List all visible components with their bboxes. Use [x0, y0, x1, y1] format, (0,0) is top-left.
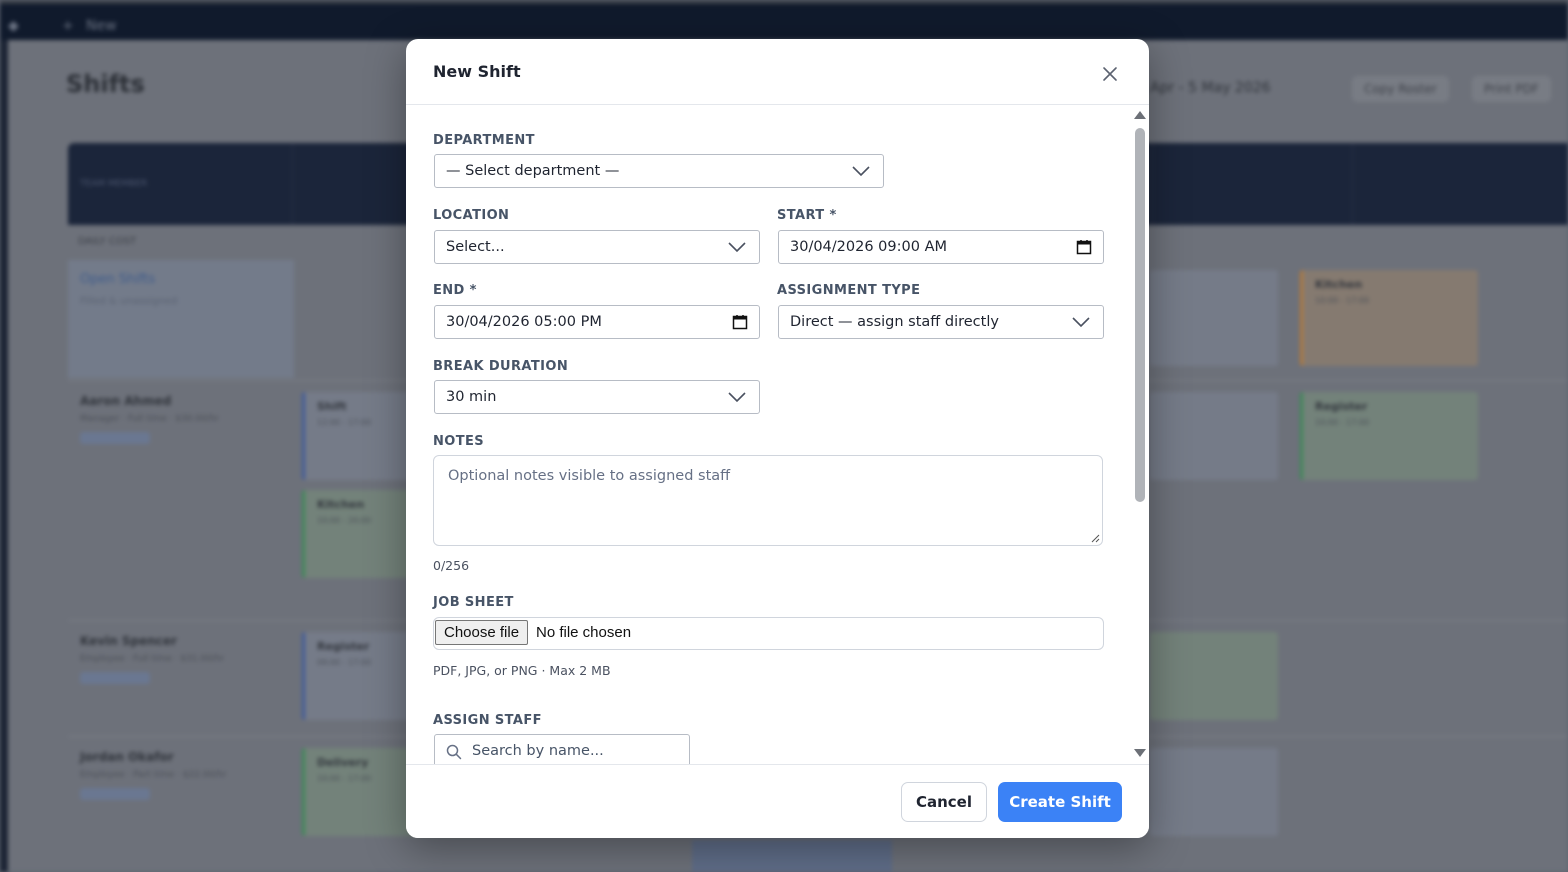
close-icon[interactable] — [1099, 63, 1121, 85]
chevron-down-icon — [852, 166, 870, 177]
shift-card-time: 10:00 - 17:00 — [317, 774, 372, 783]
left-rail — [0, 40, 8, 872]
department-label: DEPARTMENT — [433, 133, 535, 148]
staff-search-placeholder: Search by name... — [472, 743, 604, 759]
modal-scrollbar[interactable] — [1133, 106, 1147, 764]
modal-body: DEPARTMENT — Select department — LOCATIO… — [406, 106, 1149, 764]
shift-card — [1150, 270, 1278, 366]
day-column — [1352, 143, 1552, 225]
shift-card — [1150, 748, 1278, 836]
end-label: END * — [433, 283, 477, 298]
shift-card-time: 12:00 - 17:00 — [317, 418, 372, 427]
today-column-highlight — [692, 840, 892, 872]
person-tag — [80, 672, 150, 684]
shift-card: Register 10:00 - 17:00 — [1300, 392, 1478, 480]
assignment-type-label: ASSIGNMENT TYPE — [777, 283, 921, 298]
shift-card — [1150, 392, 1278, 480]
calendar-icon[interactable] — [1076, 239, 1092, 255]
notes-placeholder: Optional notes visible to assigned staff — [448, 468, 731, 484]
date-range: Apr - 5 May 2026 — [1150, 80, 1271, 96]
shift-card — [1150, 632, 1278, 720]
job-sheet-file-input[interactable]: Choose file No file chosen — [433, 617, 1104, 650]
assign-staff-label: ASSIGN STAFF — [433, 713, 542, 728]
person-name: Jordan Okafor — [80, 750, 174, 764]
notes-char-counter: 0/256 — [433, 558, 470, 573]
person-name: Aaron Ahmed — [80, 394, 172, 408]
cancel-button[interactable]: Cancel — [901, 782, 987, 822]
person-name: Kevin Spencer — [80, 634, 177, 648]
shift-card-time: 09:00 - 17:00 — [317, 658, 372, 667]
modal-footer: Cancel Create Shift — [406, 764, 1149, 838]
copy-roster-button: Copy Roster — [1352, 76, 1449, 102]
open-shifts-title: Open Shifts — [80, 272, 156, 287]
scroll-thumb[interactable] — [1135, 128, 1145, 502]
person-role: Employee · Part time · $22.00/hr — [80, 770, 227, 780]
calendar-icon[interactable] — [732, 314, 748, 330]
chevron-down-icon — [1072, 317, 1090, 328]
person-row: Aaron Ahmed Manager · Full time · $30.00… — [80, 394, 219, 448]
create-shift-button[interactable]: Create Shift — [998, 782, 1122, 822]
open-shifts-cell: Open Shifts Filled & unassigned — [68, 260, 294, 378]
print-pdf-button: Print PDF — [1472, 76, 1551, 102]
shift-card: Kitchen 10:00 - 17:00 — [1300, 270, 1478, 366]
shift-card-name: Register — [1315, 400, 1368, 413]
scroll-up-icon[interactable] — [1134, 111, 1146, 119]
choose-file-button[interactable]: Choose file — [435, 620, 529, 645]
plus-icon: + — [62, 18, 74, 34]
location-label: LOCATION — [433, 208, 510, 223]
location-value: Select... — [446, 239, 505, 255]
notes-textarea[interactable]: Optional notes visible to assigned staff — [433, 455, 1103, 546]
app-logo-icon: ◆ — [8, 18, 19, 34]
department-select[interactable]: — Select department — — [434, 154, 884, 188]
break-duration-select[interactable]: 30 min — [434, 380, 760, 414]
shift-card-time: 10:00 - 17:00 — [1315, 296, 1370, 305]
chevron-down-icon — [728, 392, 746, 403]
notes-label: NOTES — [433, 434, 485, 449]
department-value: — Select department — — [446, 163, 620, 179]
modal-header: New Shift — [406, 39, 1149, 105]
assignment-type-value: Direct — assign staff directly — [790, 314, 999, 330]
modal-title: New Shift — [433, 62, 521, 81]
resize-handle-icon[interactable] — [1090, 533, 1100, 543]
person-row: Jordan Okafor Employee · Part time · $22… — [80, 750, 227, 804]
new-shift-modal: New Shift DEPARTMENT — Select department… — [406, 39, 1149, 838]
shift-card-name: Kitchen — [317, 498, 365, 511]
day-column — [1152, 143, 1352, 225]
shift-card-name: Kitchen — [1315, 278, 1363, 291]
page-title: Shifts — [66, 70, 145, 98]
new-menu-label: New — [86, 18, 117, 34]
start-label: START * — [777, 208, 837, 223]
team-member-header: TEAM MEMBER — [80, 179, 148, 189]
daily-cost-label: DAILY COST — [78, 236, 137, 247]
person-tag — [80, 432, 150, 444]
break-duration-label: BREAK DURATION — [433, 359, 569, 374]
staff-search-input[interactable]: Search by name... — [434, 734, 690, 764]
location-select[interactable]: Select... — [434, 230, 760, 264]
shift-card-time: 10:00 - 17:00 — [1315, 418, 1370, 427]
job-sheet-hint: PDF, JPG, or PNG · Max 2 MB — [433, 663, 611, 678]
break-duration-value: 30 min — [446, 389, 497, 405]
person-role: Manager · Full time · $30.00/hr — [80, 414, 220, 424]
shift-card-name: Shift — [317, 400, 347, 413]
assignment-type-select[interactable]: Direct — assign staff directly — [778, 305, 1104, 339]
start-datetime-input[interactable]: 30/04/2026 09:00 AM — [778, 230, 1104, 264]
shift-card-name: Delivery — [317, 756, 369, 769]
end-value: 30/04/2026 05:00 PM — [446, 314, 602, 330]
shift-card-time: 10:00 - 20:00 — [317, 516, 372, 525]
scroll-down-icon[interactable] — [1134, 749, 1146, 757]
start-value: 30/04/2026 09:00 AM — [790, 239, 948, 255]
person-role: Employee · Full time · $31.00/hr — [80, 654, 225, 664]
search-icon — [446, 744, 462, 760]
shift-card-name: Register — [317, 640, 370, 653]
file-status: No file chosen — [536, 624, 632, 641]
person-tag — [80, 788, 150, 800]
job-sheet-label: JOB SHEET — [433, 595, 514, 610]
person-row: Kevin Spencer Employee · Full time · $31… — [80, 634, 224, 688]
end-datetime-input[interactable]: 30/04/2026 05:00 PM — [434, 305, 760, 339]
top-bar: ◆ + New — [0, 0, 1568, 40]
chevron-down-icon — [728, 242, 746, 253]
open-shifts-subtitle: Filled & unassigned — [80, 296, 178, 307]
